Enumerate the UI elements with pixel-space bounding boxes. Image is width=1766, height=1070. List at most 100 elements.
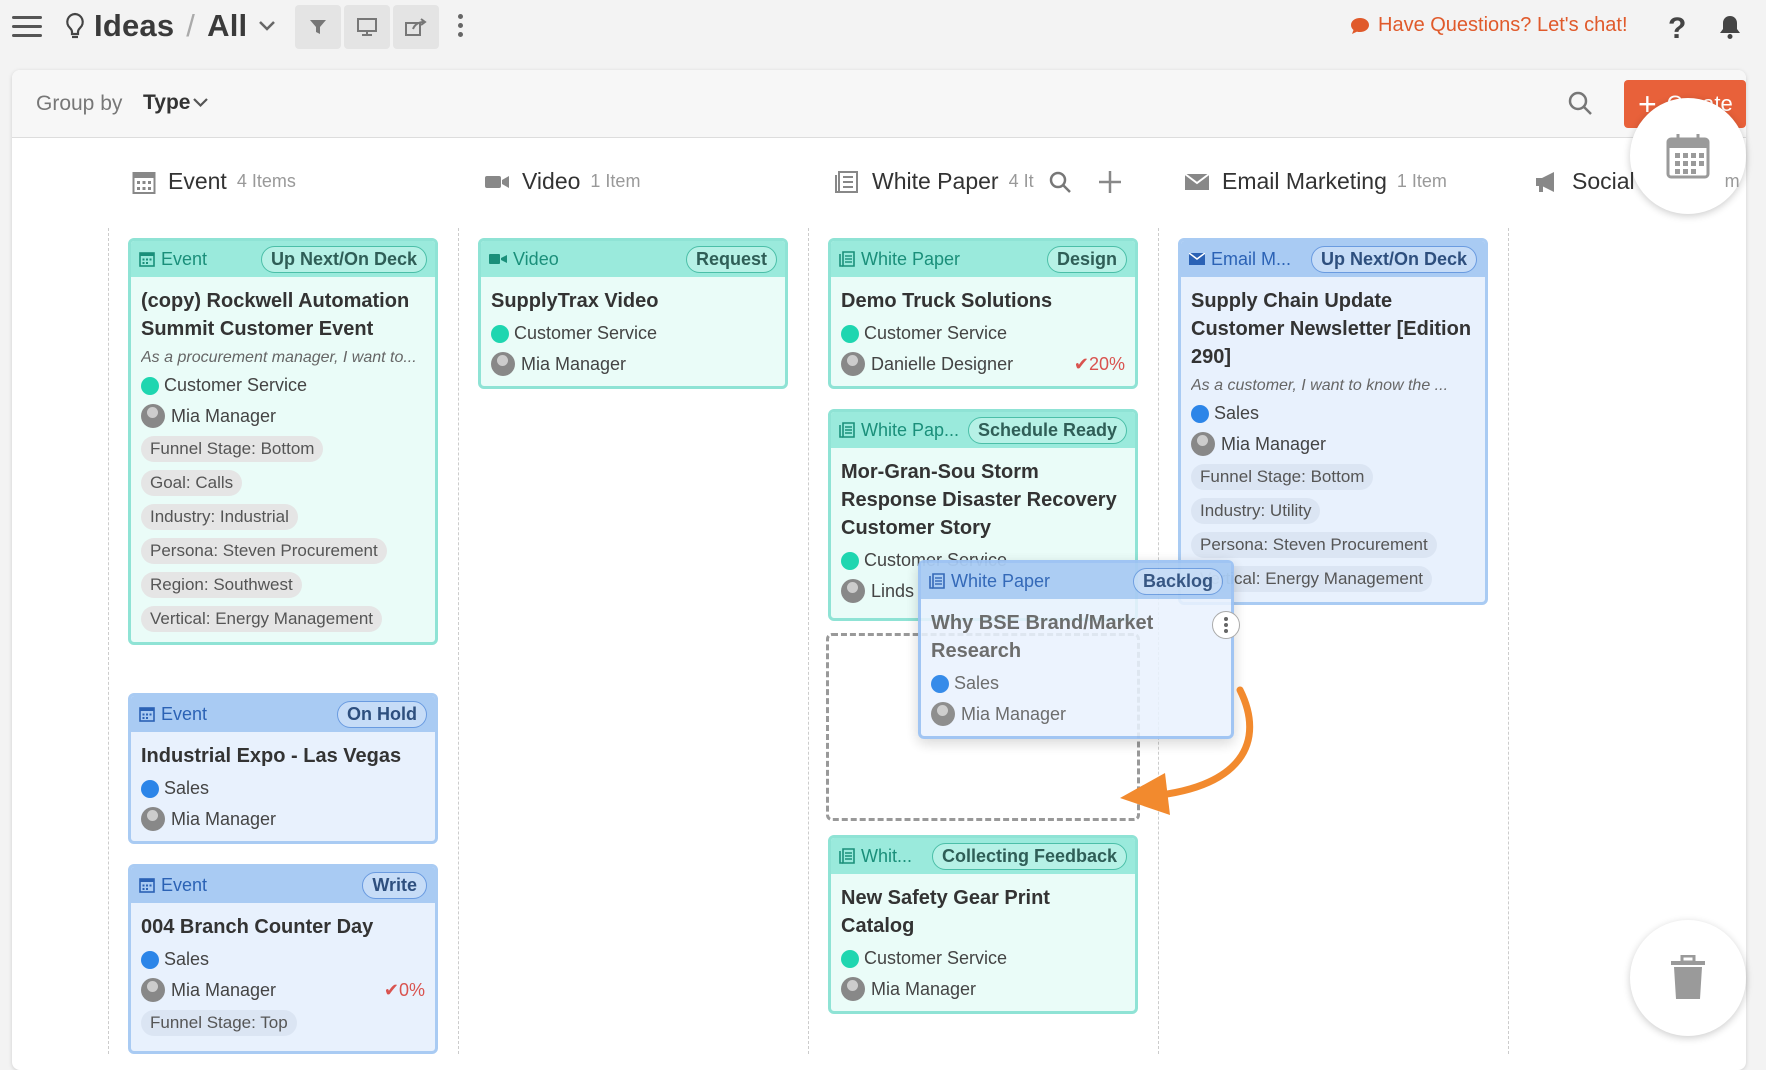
category-dot <box>841 324 859 343</box>
top-bar: Ideas / All Have Questions? Let's chat! ? <box>0 0 1766 56</box>
category-dot <box>141 779 159 798</box>
column-divider <box>108 228 109 1054</box>
owner-name: Mia Manager <box>171 808 277 829</box>
page-title[interactable]: Ideas <box>94 8 174 43</box>
category-label: Sales <box>164 778 210 798</box>
card-more-icon[interactable] <box>1212 611 1240 639</box>
avatar <box>841 579 865 603</box>
present-button[interactable] <box>344 5 390 49</box>
tag-chip: Vertical: Energy Management <box>141 606 383 632</box>
card-header: Email M... Up Next/On Deck <box>1181 241 1485 277</box>
category-label: Sales <box>954 673 1000 693</box>
lightbulb-icon <box>66 12 84 39</box>
tag-chip: Funnel Stage: Bottom <box>141 436 324 462</box>
column-title: Email Marketing <box>1222 168 1387 194</box>
category-dot <box>491 324 509 343</box>
avatar <box>141 807 165 831</box>
card-title: Demo Truck Solutions <box>841 290 1053 312</box>
card-type: Event <box>139 249 207 270</box>
chevron-down-icon[interactable] <box>258 20 276 32</box>
avatar <box>841 977 865 1001</box>
card-header: White Paper Backlog <box>921 563 1231 599</box>
search-icon[interactable] <box>1567 90 1593 116</box>
group-by-label: Group by <box>36 92 123 115</box>
monitor-icon <box>357 18 377 36</box>
status-badge[interactable]: On Hold <box>337 700 427 728</box>
search-icon[interactable] <box>1048 170 1072 194</box>
card-type: White Paper <box>929 571 1050 592</box>
plus-icon[interactable] <box>1098 170 1122 194</box>
status-badge[interactable]: Up Next/On Deck <box>260 245 427 273</box>
category-dot <box>141 376 159 395</box>
card-title: Why BSE Brand/Market Research <box>931 612 1154 662</box>
column-count: 1 Item <box>1396 171 1447 191</box>
owner-name: Mia Manager <box>171 405 277 426</box>
chevron-down-icon[interactable] <box>193 98 208 108</box>
card-type: Event <box>139 875 207 896</box>
card-title: New Safety Gear Print Catalog <box>841 887 1050 937</box>
card-type: Whit... <box>839 846 912 867</box>
view-name[interactable]: All <box>207 8 247 43</box>
share-icon <box>405 18 427 36</box>
filter-button[interactable] <box>295 5 341 49</box>
owner-name: Mia Manager <box>961 703 1067 724</box>
column-header-event: Event 4 Items <box>132 168 296 195</box>
idea-card[interactable]: Video Request SupplyTrax Video Customer … <box>478 238 788 389</box>
owner-name: Mia Manager <box>521 353 627 374</box>
status-badge[interactable]: Backlog <box>1132 567 1223 595</box>
column-title: Social <box>1572 168 1635 194</box>
category-label: Customer Service <box>514 323 658 343</box>
tag-chip: Funnel Stage: Bottom <box>1191 464 1374 490</box>
column-divider <box>1508 228 1509 1054</box>
idea-card[interactable]: Email M... Up Next/On Deck Supply Chain … <box>1178 238 1488 605</box>
trash-fab[interactable] <box>1630 920 1746 1036</box>
video-camera-icon <box>489 254 507 264</box>
column-count: 4 Items <box>236 171 296 191</box>
idea-card[interactable]: Event Up Next/On Deck (copy) Rockwell Au… <box>128 238 438 645</box>
card-type-label: Event <box>161 703 208 724</box>
column-title: White Paper <box>872 168 999 194</box>
column-title: Video <box>522 168 581 194</box>
more-options-icon[interactable] <box>458 14 464 41</box>
column-divider <box>458 228 459 1054</box>
status-badge[interactable]: Up Next/On Deck <box>1310 245 1477 273</box>
bell-icon[interactable] <box>1718 14 1742 40</box>
category-label: Sales <box>164 949 210 969</box>
card-type: Video <box>489 249 559 270</box>
avatar <box>141 978 165 1002</box>
group-by-select[interactable]: Type <box>143 91 190 115</box>
card-type-label: White Paper <box>861 248 961 269</box>
idea-card[interactable]: Event Write 004 Branch Counter Day Sales… <box>128 864 438 1054</box>
column-divider <box>808 228 809 1054</box>
avatar <box>141 404 165 428</box>
calendar-fab[interactable] <box>1630 98 1746 214</box>
card-header: White Pap... Schedule Ready <box>831 412 1135 448</box>
chat-link[interactable]: Have Questions? Let's chat! <box>1350 14 1628 37</box>
column-header-white-paper: White Paper 4 It <box>834 168 1134 195</box>
status-badge[interactable]: Design <box>1046 245 1127 273</box>
chat-bubble-icon <box>1351 17 1369 34</box>
status-badge[interactable]: Schedule Ready <box>967 416 1127 444</box>
status-badge[interactable]: Request <box>685 245 777 273</box>
hamburger-menu-icon[interactable] <box>12 16 42 38</box>
progress-percent: ✔20% <box>1073 353 1125 374</box>
idea-card[interactable]: Whit... Collecting Feedback New Safety G… <box>828 835 1138 1014</box>
idea-card[interactable]: Event On Hold Industrial Expo - Las Vega… <box>128 693 438 844</box>
help-icon[interactable]: ? <box>1668 12 1686 46</box>
filter-icon <box>310 20 326 34</box>
calendar-icon <box>139 707 155 722</box>
progress-percent: ✔0% <box>383 979 425 1000</box>
category-dot <box>1191 404 1209 423</box>
card-type-label: Event <box>161 248 208 269</box>
calendar-icon <box>139 878 155 893</box>
column-count: 4 It <box>1008 171 1034 191</box>
card-type: Email M... <box>1189 249 1291 270</box>
share-button[interactable] <box>393 5 439 49</box>
avatar <box>491 352 515 376</box>
envelope-icon <box>1189 253 1205 265</box>
status-badge[interactable]: Collecting Feedback <box>931 842 1127 870</box>
status-badge[interactable]: Write <box>362 871 427 899</box>
idea-card[interactable]: White Paper Design Demo Truck Solutions … <box>828 238 1138 389</box>
breadcrumb: Ideas / All <box>94 8 247 44</box>
tag-chip: Persona: Steven Procurement <box>141 538 387 564</box>
